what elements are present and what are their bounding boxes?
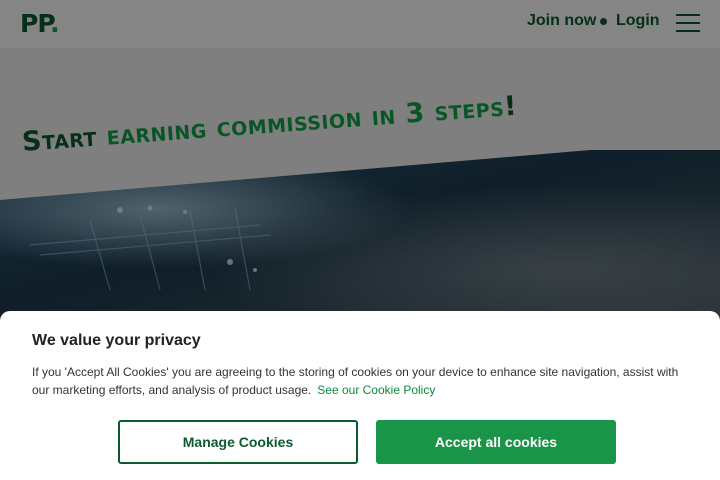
cookie-consent-banner: We value your privacy If you 'Accept All… <box>0 311 720 480</box>
cookie-banner-title: We value your privacy <box>32 332 201 349</box>
cookie-banner-text: If you 'Accept All Cookies' you are agre… <box>32 363 696 399</box>
manage-cookies-button[interactable]: Manage Cookies <box>118 420 358 464</box>
cookie-policy-link[interactable]: See our Cookie Policy <box>317 383 435 397</box>
accept-all-cookies-button[interactable]: Accept all cookies <box>376 420 616 464</box>
